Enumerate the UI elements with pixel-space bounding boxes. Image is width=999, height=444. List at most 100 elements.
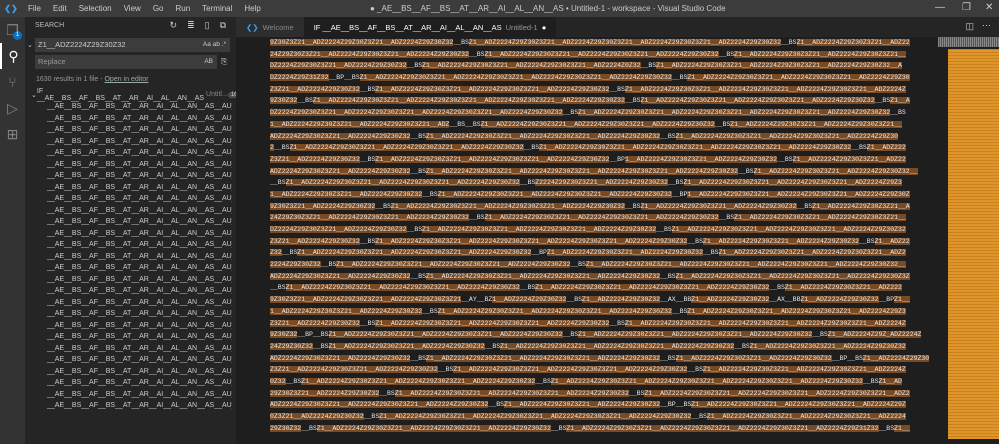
editor-line[interactable]: Z32__BSZ1__ADZ2224Z29Z30Z3Z21__ADZ2224Z2… <box>270 247 936 259</box>
result-line[interactable]: __AE__BS__AF__BS__AT__AR__AI__AL__AN__AS… <box>25 101 232 113</box>
editor-line[interactable]: 9Z30Z3Z21__ADZ2224Z29Z30Z3Z21__ADZ2224Z2… <box>270 37 936 49</box>
editor-line[interactable]: 24Z29Z30Z3Z21__ADZ2224Z29Z30Z3Z21__ADZ22… <box>270 49 936 61</box>
editor-line[interactable]: ADZ2224Z29Z30Z3Z21__ADZ2224Z29Z30Z3Z21__… <box>270 399 936 411</box>
minimap-highlights <box>948 49 999 439</box>
unsaved-dot-icon[interactable]: ● <box>542 23 547 32</box>
search-icon[interactable]: ⚲ <box>0 43 25 69</box>
editor-line[interactable]: 29Z30Z32__BSZ1__ADZ2224Z29Z30Z3Z21__ADZ2… <box>270 423 936 435</box>
result-line[interactable]: __AE__BS__AF__BS__AT__AR__AI__AL__AN__AS… <box>25 400 232 412</box>
result-line[interactable]: __AE__BS__AF__BS__AT__AR__AI__AL__AN__AS… <box>25 251 232 263</box>
menu-view[interactable]: View <box>118 4 147 13</box>
result-line[interactable]: __AE__BS__AF__BS__AT__AR__AI__AL__AN__AS… <box>25 297 232 309</box>
result-line[interactable]: __AE__BS__AF__BS__AT__AR__AI__AL__AN__AS… <box>25 377 232 389</box>
editor-line[interactable]: __BSZ1__ADZ2224Z29Z30Z3Z21__ADZ2224Z29Z3… <box>270 177 936 189</box>
editor-line[interactable]: 29Z30Z3Z21__ADZ2224Z29Z30Z32__BSZ1__ADZ2… <box>270 388 936 400</box>
result-file-row[interactable]: ⌄ IF __AE__BS__AF__BS__AT__AR__AI__AL__A… <box>31 88 248 102</box>
result-line[interactable]: __AE__BS__AF__BS__AT__AR__AI__AL__AN__AS… <box>25 136 232 148</box>
search-options[interactable]: Aa ab .* <box>203 38 226 52</box>
editor-line[interactable]: Z3Z21__ADZ2224Z29Z30Z32__BSZ1__ADZ2224Z2… <box>270 318 936 330</box>
tab-untitled-1[interactable]: IF __AE__BS__AF__BS__AT__AR__AI__AL__AN_… <box>303 17 557 37</box>
editor-line[interactable]: 9Z30Z3Z21__ADZ2224Z29Z30Z3Z21__ADZ2224Z2… <box>270 294 936 306</box>
result-line[interactable]: __AE__BS__AF__BS__AT__AR__AI__AL__AN__AS… <box>25 182 232 194</box>
editor-line[interactable]: 2224Z29Z30Z32__BSZ1__ADZ2224Z29Z30Z3Z21_… <box>270 259 936 271</box>
editor-line[interactable]: 0Z3Z21__ADZ2224Z29Z30Z32__BSZ1__ADZ2224Z… <box>270 411 936 423</box>
restore-icon[interactable]: ❐ <box>962 2 971 13</box>
result-line[interactable]: __AE__BS__AF__BS__AT__AR__AI__AL__AN__AS… <box>25 113 232 125</box>
result-line[interactable]: __AE__BS__AF__BS__AT__AR__AI__AL__AN__AS… <box>25 216 232 228</box>
toggle-replace-chevron-icon[interactable]: ⌄ <box>27 41 33 49</box>
result-line[interactable]: __AE__BS__AF__BS__AT__AR__AI__AL__AN__AS… <box>25 228 232 240</box>
extensions-icon[interactable]: ⊞ <box>0 121 25 147</box>
editor-line[interactable]: 2__BSZ1__ADZ2224Z29Z30Z3Z21__ADZ2224Z29Z… <box>270 142 936 154</box>
editor-line[interactable]: 24Z29Z30Z3Z21__ADZ2224Z29Z30Z3Z21__ADZ22… <box>270 212 936 224</box>
result-line[interactable]: __AE__BS__AF__BS__AT__AR__AI__AL__AN__AS… <box>25 343 232 355</box>
search-input[interactable]: Z1__ADZ2224Z29Z30Z32 Aa ab .* <box>35 38 230 52</box>
menu-file[interactable]: File <box>22 4 47 13</box>
menu-go[interactable]: Go <box>147 4 170 13</box>
menu-edit[interactable]: Edit <box>47 4 73 13</box>
explorer-icon[interactable]: ❐ 1 <box>0 17 25 43</box>
menu-run[interactable]: Run <box>169 4 196 13</box>
result-line[interactable]: __AE__BS__AF__BS__AT__AR__AI__AL__AN__AS… <box>25 331 232 343</box>
source-control-icon[interactable]: ⑂ <box>0 69 25 95</box>
result-line[interactable]: __AE__BS__AF__BS__AT__AR__AI__AL__AN__AS… <box>25 170 232 182</box>
editor-line[interactable]: 1__ADZ2224Z29Z30Z3Z21__ADZ2224Z29Z30Z3Z2… <box>270 119 936 131</box>
result-line[interactable]: __AE__BS__AF__BS__AT__AR__AI__AL__AN__AS… <box>25 389 232 401</box>
editor-line[interactable]: Z3Z21__ADZ2224Z29Z30Z32__BSZ1__ADZ2224Z2… <box>270 84 936 96</box>
editor-line[interactable]: DZ2224Z29Z30Z3Z21__ADZ2224Z29Z30Z3Z21__A… <box>270 107 936 119</box>
minimize-icon[interactable]: — <box>935 2 945 13</box>
minimap-slider[interactable] <box>938 37 999 47</box>
collapse-all-icon[interactable]: ⧉ <box>220 20 226 31</box>
result-line[interactable]: __AE__BS__AF__BS__AT__AR__AI__AL__AN__AS… <box>25 308 232 320</box>
minimap[interactable] <box>938 37 999 444</box>
replace-all-icon[interactable]: ⎘ <box>221 57 227 67</box>
result-line[interactable]: __AE__BS__AF__BS__AT__AR__AI__AL__AN__AS… <box>25 285 232 297</box>
editor-line[interactable]: DZ2224Z29Z30Z3Z21__ADZ2224Z29Z30Z32__BSZ… <box>270 224 936 236</box>
result-line[interactable]: __AE__BS__AF__BS__AT__AR__AI__AL__AN__AS… <box>25 262 232 274</box>
new-search-editor-icon[interactable]: ▯ <box>205 20 210 31</box>
editor-line[interactable]: ADZ2224Z29Z30Z3Z21__ADZ2224Z29Z30Z32__BS… <box>270 131 936 143</box>
editor-line[interactable]: DZ2224Z29Z30Z3Z21__ADZ2224Z29Z30Z32__BSZ… <box>270 60 936 72</box>
result-line[interactable]: __AE__BS__AF__BS__AT__AR__AI__AL__AN__AS… <box>25 366 232 378</box>
close-icon[interactable]: ✕ <box>985 2 993 13</box>
editor-text[interactable]: 9Z30Z3Z21__ADZ2224Z29Z30Z3Z21__ADZ2224Z2… <box>270 37 936 434</box>
result-line[interactable]: __AE__BS__AF__BS__AT__AR__AI__AL__AN__AS… <box>25 193 232 205</box>
editor-line[interactable]: 9Z30Z3Z21__ADZ2224Z29Z30Z32__BSZ1__ADZ22… <box>270 201 936 213</box>
editor-area[interactable]: 9Z30Z3Z21__ADZ2224Z29Z30Z3Z21__ADZ2224Z2… <box>236 37 936 444</box>
editor-line[interactable]: Z3Z21__ADZ2224Z29Z30Z32__BSZ1__ADZ2224Z2… <box>270 236 936 248</box>
menu-selection[interactable]: Selection <box>73 4 118 13</box>
refresh-icon[interactable]: ↻ <box>170 20 178 31</box>
editor-line[interactable]: ADZ2224Z29Z30Z3Z21__ADZ2224Z29Z30Z32__BS… <box>270 353 936 365</box>
editor-line[interactable]: 1__ADZ2224Z29Z30Z3Z21__ADZ2224Z29Z30Z32_… <box>270 306 936 318</box>
editor-line[interactable]: Z3Z21__ADZ2224Z29Z30Z3Z21__ADZ2224Z29Z30… <box>270 364 936 376</box>
preserve-case-toggle[interactable]: AB <box>204 55 213 69</box>
editor-line[interactable]: 24Z29Z30Z32__BSZ1__ADZ2224Z29Z30Z3Z21__A… <box>270 341 936 353</box>
split-editor-icon[interactable]: ◫ <box>965 21 974 32</box>
result-line[interactable]: __AE__BS__AF__BS__AT__AR__AI__AL__AN__AS… <box>25 124 232 136</box>
editor-line[interactable]: ADZ2224Z29Z30Z3Z21__ADZ2224Z29Z30Z32__BS… <box>270 166 936 178</box>
clear-results-icon[interactable]: ≣ <box>187 20 195 31</box>
tab-label: IF __AE__BS__AF__BS__AT__AR__AI__AL__AN_… <box>313 22 502 32</box>
replace-input[interactable]: Replace AB <box>35 55 217 69</box>
result-line[interactable]: __AE__BS__AF__BS__AT__AR__AI__AL__AN__AS… <box>25 274 232 286</box>
result-line[interactable]: __AE__BS__AF__BS__AT__AR__AI__AL__AN__AS… <box>25 159 232 171</box>
more-actions-icon[interactable]: ⋯ <box>982 20 991 31</box>
result-line[interactable]: __AE__BS__AF__BS__AT__AR__AI__AL__AN__AS… <box>25 205 232 217</box>
result-line[interactable]: __AE__BS__AF__BS__AT__AR__AI__AL__AN__AS… <box>25 320 232 332</box>
editor-line[interactable]: DZ2224Z29Z31Z32__BP__BSZ1__ADZ2224Z29Z30… <box>270 72 936 84</box>
open-in-editor-link[interactable]: Open in editor <box>104 76 148 83</box>
result-line[interactable]: __AE__BS__AF__BS__AT__AR__AI__AL__AN__AS… <box>25 147 232 159</box>
editor-line[interactable]: 9Z30Z32__BSZ1__ADZ2224Z29Z30Z3Z21__ADZ22… <box>270 95 936 107</box>
editor-line[interactable]: 1__ADZ2224Z29Z30Z3Z21__ADZ2224Z29Z30Z32_… <box>270 189 936 201</box>
editor-line[interactable]: Z3Z21__ADZ2224Z29Z30Z32__BSZ1__ADZ2224Z2… <box>270 154 936 166</box>
editor-line[interactable]: 0Z32__BSZ1__ADZ2224Z29Z30Z3Z21__ADZ2224Z… <box>270 376 936 388</box>
result-line[interactable]: __AE__BS__AF__BS__AT__AR__AI__AL__AN__AS… <box>25 239 232 251</box>
menu-terminal[interactable]: Terminal <box>196 4 238 13</box>
result-line[interactable]: __AE__BS__AF__BS__AT__AR__AI__AL__AN__AS… <box>25 354 232 366</box>
editor-line[interactable]: __BSZ1__ADZ2224Z29Z30Z3Z21__ADZ2224Z29Z3… <box>270 282 936 294</box>
menu-help[interactable]: Help <box>238 4 266 13</box>
editor-line[interactable]: ADZ2224Z29Z30Z3Z21__ADZ2224Z29Z30Z32__BS… <box>270 271 936 283</box>
run-debug-icon[interactable]: ▷ <box>0 95 25 121</box>
editor-line[interactable]: 9Z30Z32__BP__BSZ1__ADZ2224Z29Z30Z3Z21__A… <box>270 329 936 341</box>
tab-welcome[interactable]: ❮❯ Welcome <box>236 17 304 37</box>
